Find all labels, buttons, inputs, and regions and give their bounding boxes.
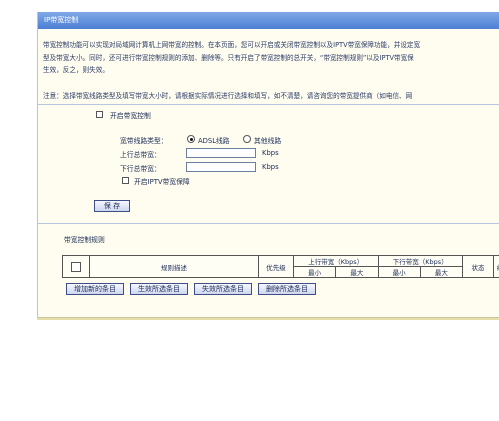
rules-section-title: 带宽控制规则	[64, 236, 105, 244]
other-line-radio[interactable]	[243, 135, 251, 143]
select-all-cell	[62, 255, 90, 278]
upload-bandwidth-input[interactable]	[186, 148, 256, 158]
download-bandwidth-input[interactable]	[186, 162, 256, 172]
col-download-min: 最小	[377, 266, 421, 278]
panel-title: IP带宽控制	[38, 12, 499, 29]
save-button[interactable]: 保 存	[94, 200, 130, 212]
col-download-max: 最大	[419, 266, 464, 278]
col-status: 状态	[462, 255, 494, 278]
intro-text: 带宽控制功能可以实现对局域网计算机上网带宽的控制。在本页面，您可以开启或关闭带宽…	[43, 39, 499, 77]
col-description: 规则描述	[89, 255, 259, 278]
divider	[38, 104, 499, 105]
adsl-radio[interactable]	[187, 135, 195, 143]
col-upload: 上行带宽（Kbps）	[293, 255, 379, 267]
select-all-checkbox[interactable]	[71, 261, 81, 272]
intro-line-3: 生效，反之，则失效。	[43, 66, 109, 74]
col-edit: 编	[493, 255, 499, 278]
intro-line-2: 型及带宽大小。同时，还可进行带宽控制规则的添加、删除等。只有开启了带宽控制的总开…	[43, 53, 414, 62]
upload-unit: Kbps	[262, 149, 279, 157]
table-header-row: 规则描述 优先级 上行带宽（Kbps） 下行带宽（Kbps） 状态 编	[62, 255, 499, 278]
iptv-label: 开启IPTV带宽保障	[134, 178, 190, 186]
download-bandwidth-label: 下行总带宽：	[120, 165, 161, 173]
other-line-radio-label: 其他线路	[254, 137, 282, 145]
upload-bandwidth-label: 上行总带宽：	[120, 151, 161, 159]
disable-selected-button[interactable]: 失效所选条目	[194, 283, 252, 295]
rules-table: 规则描述 优先级 上行带宽（Kbps） 下行带宽（Kbps） 状态 编 最小 最…	[62, 255, 499, 278]
iptv-checkbox[interactable]	[122, 177, 129, 184]
col-upload-max: 最大	[335, 266, 379, 278]
enable-selected-button[interactable]: 生效所选条目	[130, 283, 188, 295]
delete-selected-button[interactable]: 删除所选条目	[258, 283, 316, 295]
divider	[38, 223, 499, 224]
bandwidth-control-panel: IP带宽控制 带宽控制功能可以实现对局域网计算机上网带宽的控制。在本页面，您可以…	[37, 12, 499, 318]
download-unit: Kbps	[262, 163, 279, 171]
enable-bandwidth-label: 开启带宽控制	[110, 112, 151, 120]
line-type-label: 宽带线路类型：	[120, 137, 168, 145]
enable-bandwidth-checkbox[interactable]	[96, 111, 103, 118]
col-priority: 优先级	[258, 255, 294, 278]
col-download: 下行带宽（Kbps）	[377, 255, 463, 267]
add-entry-button[interactable]: 增加新的条目	[66, 283, 124, 295]
note-text: 注意：选择带宽线路类型及填写带宽大小时，请根据实际情况进行选择和填写，如不清楚，…	[43, 92, 413, 100]
adsl-radio-label: ADSL线路	[198, 137, 230, 145]
intro-line-1: 带宽控制功能可以实现对局域网计算机上网带宽的控制。在本页面，您可以开启或关闭带宽…	[43, 41, 421, 49]
col-upload-min: 最小	[292, 266, 337, 278]
